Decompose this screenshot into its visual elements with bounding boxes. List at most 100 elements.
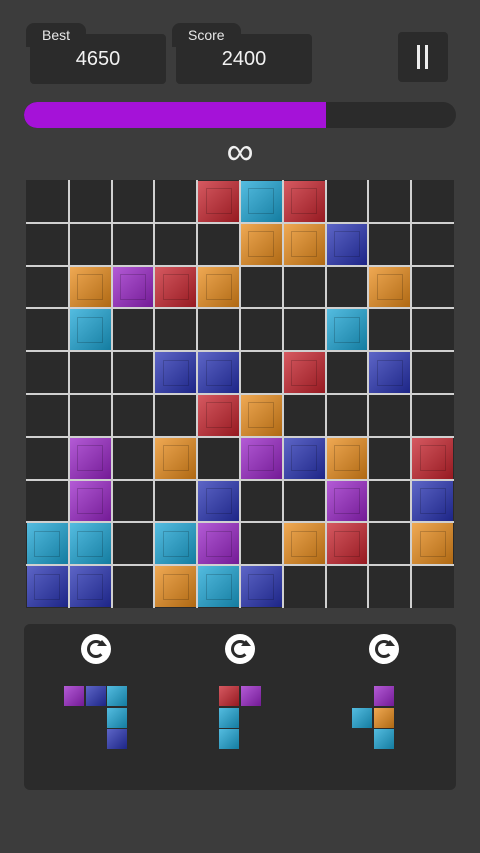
board-cell[interactable] bbox=[411, 351, 454, 394]
board-cell[interactable] bbox=[154, 565, 197, 608]
board-cell[interactable] bbox=[112, 522, 155, 565]
board-cell[interactable] bbox=[154, 480, 197, 523]
board-cell[interactable] bbox=[154, 223, 197, 266]
board-cell[interactable] bbox=[326, 223, 369, 266]
board-cell[interactable] bbox=[411, 565, 454, 608]
board-cell[interactable] bbox=[368, 480, 411, 523]
board-cell[interactable] bbox=[69, 351, 112, 394]
board-cell[interactable] bbox=[26, 394, 69, 437]
board-cell[interactable] bbox=[368, 266, 411, 309]
board-cell[interactable] bbox=[240, 437, 283, 480]
board-cell[interactable] bbox=[112, 308, 155, 351]
board-cell[interactable] bbox=[69, 308, 112, 351]
board-cell[interactable] bbox=[411, 180, 454, 223]
board-cell[interactable] bbox=[326, 565, 369, 608]
board-cell[interactable] bbox=[112, 480, 155, 523]
board-cell[interactable] bbox=[197, 180, 240, 223]
board-cell[interactable] bbox=[368, 565, 411, 608]
board-cell[interactable] bbox=[197, 223, 240, 266]
rotate-icon[interactable] bbox=[369, 634, 399, 664]
board-cell[interactable] bbox=[326, 308, 369, 351]
board-cell[interactable] bbox=[240, 266, 283, 309]
board-cell[interactable] bbox=[26, 266, 69, 309]
board-cell[interactable] bbox=[326, 351, 369, 394]
board-cell[interactable] bbox=[368, 180, 411, 223]
board-cell[interactable] bbox=[112, 565, 155, 608]
board-cell[interactable] bbox=[283, 480, 326, 523]
board-cell[interactable] bbox=[26, 480, 69, 523]
board-cell[interactable] bbox=[197, 266, 240, 309]
board-cell[interactable] bbox=[411, 522, 454, 565]
board-cell[interactable] bbox=[154, 180, 197, 223]
board-cell[interactable] bbox=[154, 394, 197, 437]
board-cell[interactable] bbox=[154, 351, 197, 394]
board-cell[interactable] bbox=[240, 223, 283, 266]
rotate-icon[interactable] bbox=[225, 634, 255, 664]
board-cell[interactable] bbox=[112, 394, 155, 437]
board-cell[interactable] bbox=[411, 223, 454, 266]
board-cell[interactable] bbox=[26, 522, 69, 565]
board-cell[interactable] bbox=[326, 180, 369, 223]
board-cell[interactable] bbox=[283, 437, 326, 480]
board-cell[interactable] bbox=[283, 308, 326, 351]
board-cell[interactable] bbox=[240, 565, 283, 608]
board-cell[interactable] bbox=[326, 480, 369, 523]
board-cell[interactable] bbox=[69, 266, 112, 309]
board-cell[interactable] bbox=[154, 522, 197, 565]
board-cell[interactable] bbox=[197, 308, 240, 351]
board-cell[interactable] bbox=[411, 480, 454, 523]
board-cell[interactable] bbox=[411, 266, 454, 309]
board-cell[interactable] bbox=[197, 522, 240, 565]
board-cell[interactable] bbox=[112, 223, 155, 266]
board-cell[interactable] bbox=[368, 351, 411, 394]
board-cell[interactable] bbox=[326, 437, 369, 480]
board-cell[interactable] bbox=[240, 522, 283, 565]
board-cell[interactable] bbox=[26, 351, 69, 394]
board-cell[interactable] bbox=[197, 394, 240, 437]
board-cell[interactable] bbox=[283, 180, 326, 223]
board-cell[interactable] bbox=[411, 394, 454, 437]
board-cell[interactable] bbox=[197, 480, 240, 523]
board-cell[interactable] bbox=[26, 308, 69, 351]
board-cell[interactable] bbox=[368, 223, 411, 266]
board-cell[interactable] bbox=[240, 180, 283, 223]
board-cell[interactable] bbox=[283, 351, 326, 394]
board-cell[interactable] bbox=[26, 565, 69, 608]
board-cell[interactable] bbox=[154, 308, 197, 351]
board-cell[interactable] bbox=[69, 522, 112, 565]
board-cell[interactable] bbox=[240, 308, 283, 351]
board-cell[interactable] bbox=[197, 437, 240, 480]
board-cell[interactable] bbox=[69, 437, 112, 480]
board-cell[interactable] bbox=[26, 223, 69, 266]
rotate-icon[interactable] bbox=[81, 634, 111, 664]
board-cell[interactable] bbox=[154, 437, 197, 480]
board-cell[interactable] bbox=[368, 437, 411, 480]
board-cell[interactable] bbox=[154, 266, 197, 309]
board-cell[interactable] bbox=[112, 266, 155, 309]
board-cell[interactable] bbox=[112, 351, 155, 394]
board-cell[interactable] bbox=[69, 394, 112, 437]
board-cell[interactable] bbox=[411, 308, 454, 351]
board-cell[interactable] bbox=[69, 480, 112, 523]
game-board[interactable] bbox=[26, 180, 454, 608]
board-cell[interactable] bbox=[69, 223, 112, 266]
board-cell[interactable] bbox=[368, 308, 411, 351]
board-cell[interactable] bbox=[112, 437, 155, 480]
board-cell[interactable] bbox=[197, 565, 240, 608]
board-cell[interactable] bbox=[283, 394, 326, 437]
board-cell[interactable] bbox=[326, 522, 369, 565]
board-cell[interactable] bbox=[112, 180, 155, 223]
board-cell[interactable] bbox=[411, 437, 454, 480]
board-cell[interactable] bbox=[283, 266, 326, 309]
board-cell[interactable] bbox=[69, 180, 112, 223]
board-cell[interactable] bbox=[326, 394, 369, 437]
pause-button[interactable] bbox=[398, 32, 448, 82]
board-cell[interactable] bbox=[69, 565, 112, 608]
board-cell[interactable] bbox=[368, 522, 411, 565]
board-cell[interactable] bbox=[283, 223, 326, 266]
board-cell[interactable] bbox=[240, 351, 283, 394]
board-cell[interactable] bbox=[326, 266, 369, 309]
board-cell[interactable] bbox=[240, 480, 283, 523]
board-cell[interactable] bbox=[26, 437, 69, 480]
board-cell[interactable] bbox=[283, 565, 326, 608]
